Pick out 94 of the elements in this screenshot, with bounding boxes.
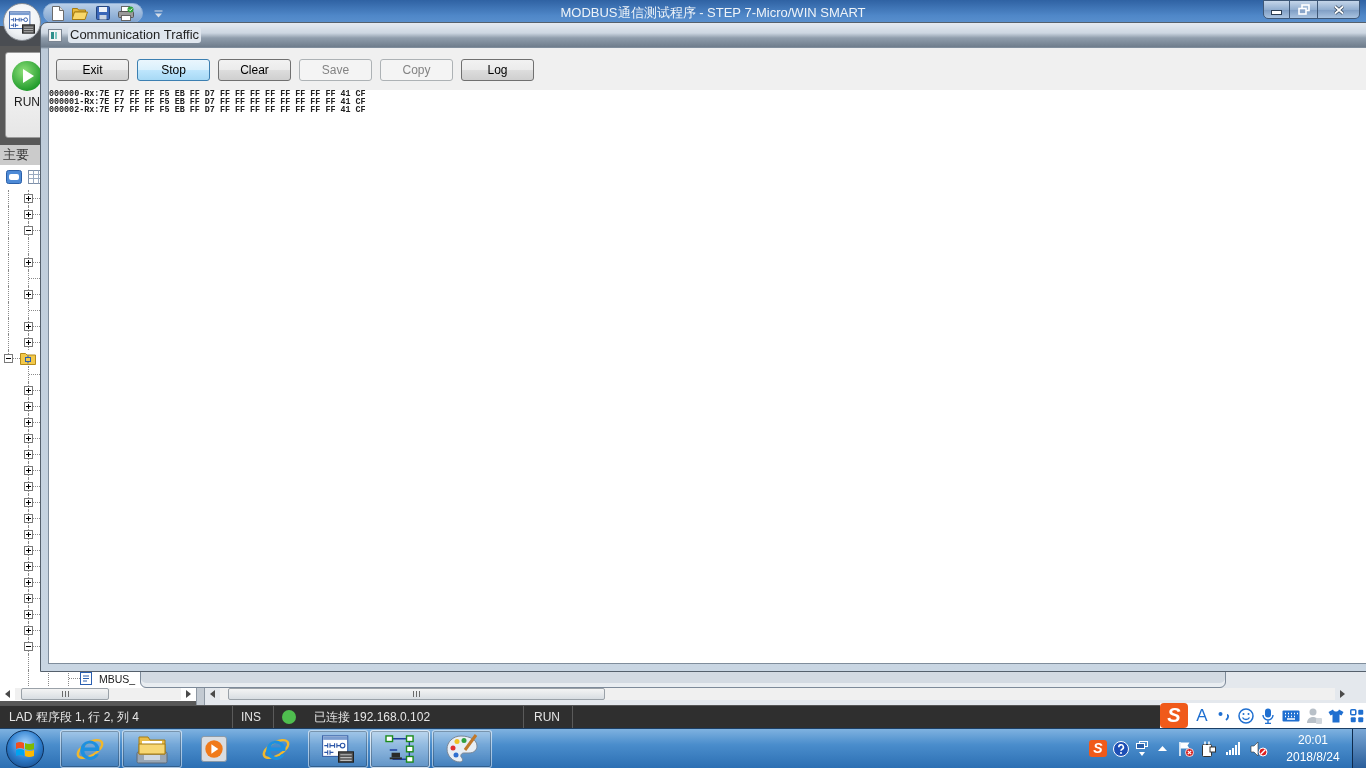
taskbar-button[interactable] [60,729,120,768]
log-line: 000001-Rx:7E F7 FF FF F5 EB FF D7 FF FF FF FF FF FF FF FF 41 CF [49,98,366,106]
scrollbar-track[interactable] [220,688,1335,700]
help-icon[interactable] [1113,740,1129,757]
scroll-right-icon[interactable] [1340,690,1345,698]
expand-box-icon[interactable] [24,450,33,459]
expand-box-icon[interactable] [24,546,33,555]
expand-box-icon[interactable] [24,322,33,331]
expand-box-icon[interactable] [24,514,33,523]
expand-box-icon[interactable] [24,194,33,203]
window-title: MODBUS通信测试程序 - STEP 7-Micro/WIN SMART [560,5,866,21]
minimize-button[interactable] [1263,0,1290,19]
caret-up-icon[interactable] [1158,746,1167,751]
taskbar-button[interactable] [370,729,430,768]
cursor-position: LAD 程序段 1, 行 2, 列 4 [9,710,140,724]
scroll-right-icon[interactable] [186,689,191,698]
log-line: 000002-Rx:7E F7 FF FF F5 EB FF D7 FF FF FF FF FF FF FF FF 41 CF [49,106,366,114]
folder-icon [20,351,36,365]
dialog-title: Communication Traffic [68,27,202,43]
new-file-icon[interactable] [52,5,64,21]
start-button[interactable] [6,729,44,768]
ladder-diagram-icon [322,734,354,763]
edit-mode: INS [241,710,261,724]
expand-box-icon[interactable] [24,482,33,491]
app-menu-button[interactable] [3,3,41,41]
printer-icon[interactable] [118,5,134,21]
window-icon [48,28,62,42]
expand-box-icon[interactable] [24,402,33,411]
expand-box-icon[interactable] [24,466,33,475]
plug-icon[interactable] [1202,740,1216,757]
collapse-box-icon[interactable] [24,226,33,235]
expand-box-icon[interactable] [24,562,33,571]
show-desktop-button[interactable] [1352,729,1366,768]
scroll-left-icon[interactable] [5,689,10,698]
grid-icon[interactable] [1350,708,1364,723]
ladder-diagram-icon [9,10,35,34]
punctuation-icon[interactable] [1218,709,1230,722]
connection-status: 已连接 192.168.0.102 [314,710,431,724]
clock-date: 2018/8/24 [1286,748,1340,766]
input-mode-button[interactable]: A [1194,705,1210,726]
close-button[interactable] [1318,0,1360,19]
expand-box-icon[interactable] [24,610,33,619]
network-nodes-icon [385,734,415,763]
expand-box-icon[interactable] [24,578,33,587]
expand-box-icon[interactable] [24,434,33,443]
cpu-state: RUN [534,710,560,724]
toolbar-button[interactable]: Exit [56,59,129,81]
expand-box-icon[interactable] [24,594,33,603]
grip-icon [61,690,69,697]
expand-box-icon[interactable] [24,386,33,395]
folder-icon [136,733,168,764]
window-icon[interactable] [6,170,22,184]
close-icon [1332,4,1345,15]
scrollbar-thumb[interactable] [228,688,605,700]
signal-bars-icon[interactable] [1226,742,1241,755]
microphone-icon[interactable] [1262,707,1274,724]
minimize-icon [1271,9,1282,15]
expand-box-icon[interactable] [24,498,33,507]
restore-icon [1297,4,1310,15]
speaker-muted-icon[interactable] [1250,740,1268,757]
folder-icon[interactable] [72,6,88,20]
tree-item-label[interactable]: MBUS_ [99,673,136,685]
panel-header: 主要 [3,147,29,163]
expand-box-icon[interactable] [24,530,33,539]
smiley-icon[interactable] [1238,707,1254,724]
grip-icon [413,691,420,697]
keyboard-icon[interactable] [1282,709,1300,722]
clock-time: 20:01 [1298,731,1328,749]
expand-box-icon[interactable] [24,258,33,267]
media-play-icon [201,735,227,762]
expand-box-icon[interactable] [24,626,33,635]
windows-icon[interactable] [1136,740,1148,757]
expand-box-icon[interactable] [24,290,33,299]
toolbar-button[interactable]: Clear [218,59,291,81]
expand-box-icon[interactable] [24,338,33,347]
four-color-flag-icon [15,739,35,758]
toolbar-button[interactable]: Stop [137,59,210,81]
restore-button[interactable] [1290,0,1318,19]
flag-icon[interactable] [1178,740,1194,757]
taskbar-button[interactable] [308,729,368,768]
log-line: 000000-Rx:7E F7 FF FF F5 EB FF D7 FF FF FF FF FF FF FF FF 41 CF [49,90,366,98]
palette-icon [446,733,478,764]
play-icon [12,61,42,91]
taskbar-button[interactable] [122,729,182,768]
taskbar-button[interactable] [432,729,492,768]
expand-box-icon[interactable] [24,418,33,427]
collapse-box-icon[interactable] [4,354,13,363]
scroll-left-icon[interactable] [210,690,215,698]
collapse-box-icon[interactable] [24,642,33,651]
shirt-icon[interactable] [1328,708,1344,723]
expand-box-icon[interactable] [24,210,33,219]
toolbar-button[interactable]: Log [461,59,534,81]
scrollbar-thumb[interactable] [21,687,109,700]
caret-down-icon[interactable] [154,10,163,18]
